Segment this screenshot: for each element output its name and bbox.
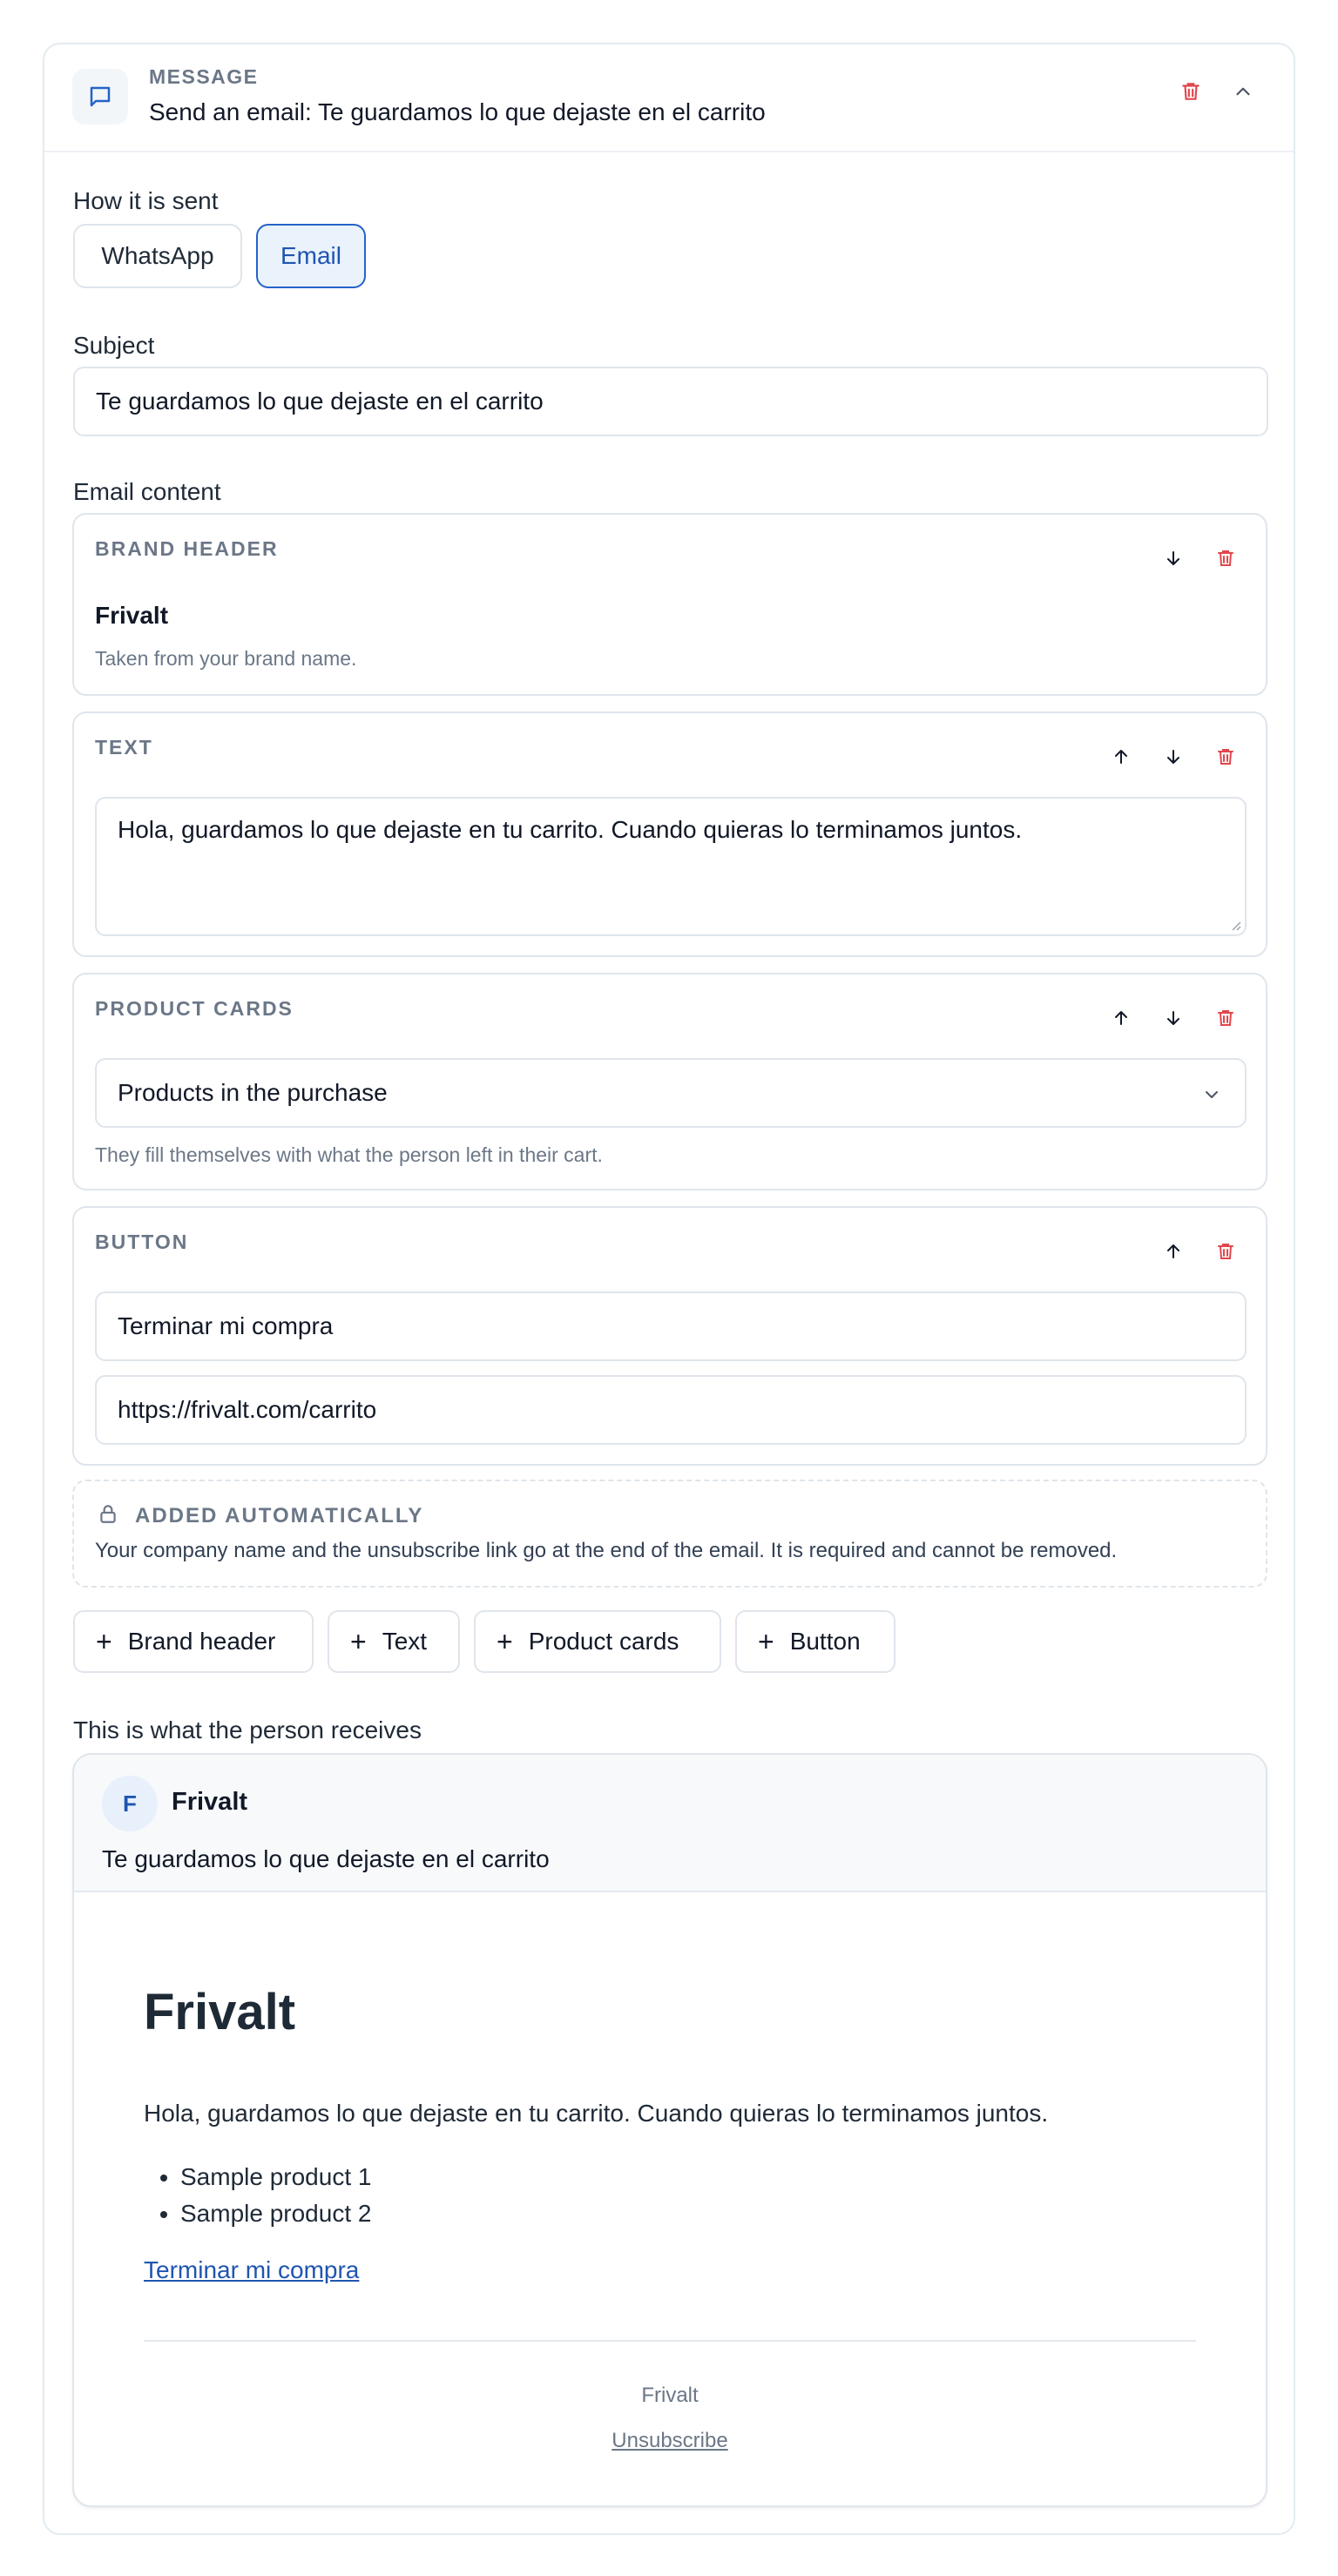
preview-product-list: Sample product 1 Sample product 2 (144, 2159, 371, 2232)
block-title: TEXT (95, 736, 153, 759)
block-title: BUTTON (95, 1231, 189, 1253)
product-source-select[interactable]: Products in the purchase (95, 1058, 1247, 1128)
arrow-down-icon (1167, 1011, 1179, 1025)
subject-input[interactable]: Te guardamos lo que dejaste en el carrit… (73, 367, 1268, 436)
preview-unsubscribe-link[interactable]: Unsubscribe (74, 2429, 1266, 2453)
arrow-up-icon (1115, 750, 1127, 764)
channel-whatsapp-option[interactable]: WhatsApp (73, 224, 242, 288)
move-down-button[interactable] (1158, 1002, 1189, 1034)
text-block-textarea[interactable]: Hola, guardamos lo que dejaste en tu car… (95, 797, 1247, 936)
block-title: BRAND HEADER (95, 537, 279, 560)
arrow-up-icon (1115, 1011, 1127, 1025)
delete-block-button[interactable] (1210, 1002, 1241, 1034)
add-button-label: Product cards (528, 1628, 679, 1655)
auto-added-title: ADDED AUTOMATICALLY (135, 1504, 424, 1527)
text-block: TEXT Hola, guardamos lo que dejaste en t… (72, 711, 1267, 957)
preview-label: This is what the person receives (73, 1716, 422, 1743)
email-content-label: Email content (73, 478, 221, 505)
move-down-button[interactable] (1158, 543, 1189, 574)
add-brand-header-button[interactable]: + Brand header (73, 1610, 314, 1673)
message-title: Send an email: Te guardamos lo que dejas… (149, 98, 766, 125)
add-button-label: Brand header (127, 1628, 276, 1655)
button-label-input[interactable]: Terminar mi compra (95, 1291, 1247, 1361)
preview-subject: Te guardamos lo que dejaste en el carrit… (102, 1845, 550, 1872)
move-up-button[interactable] (1105, 1002, 1137, 1034)
lock-icon (100, 1505, 116, 1523)
message-square-icon (72, 69, 128, 125)
plus-icon: + (758, 1626, 774, 1657)
preview-text: Hola, guardamos lo que dejaste en tu car… (144, 2100, 1049, 2127)
list-item: Sample product 2 (180, 2195, 371, 2232)
add-button-label: Button (789, 1628, 861, 1655)
brand-help-text: Taken from your brand name. (95, 647, 357, 670)
chevron-up-icon (1236, 87, 1250, 96)
auto-added-notice: ADDED AUTOMATICALLY Your company name an… (72, 1480, 1267, 1588)
resize-handle-icon[interactable] (1229, 919, 1241, 931)
plus-icon: + (497, 1626, 513, 1657)
collapse-button[interactable] (1227, 76, 1259, 107)
block-title: PRODUCT CARDS (95, 997, 294, 1020)
message-card-header: MESSAGE Send an email: Te guardamos lo q… (44, 44, 1294, 152)
subject-label: Subject (73, 332, 155, 359)
add-text-button[interactable]: + Text (328, 1610, 460, 1673)
move-down-button[interactable] (1158, 741, 1189, 772)
move-up-button[interactable] (1105, 741, 1137, 772)
add-button-block-button[interactable]: + Button (735, 1610, 895, 1673)
preview-header: F Frivalt Te guardamos lo que dejaste en… (74, 1755, 1266, 1892)
product-source-value: Products in the purchase (118, 1079, 388, 1106)
avatar: F (102, 1776, 158, 1831)
trash-icon (1218, 749, 1233, 765)
trash-icon (1218, 550, 1233, 566)
channel-label: How it is sent (73, 187, 219, 214)
plus-icon: + (350, 1626, 367, 1657)
chevron-down-icon (1206, 1091, 1218, 1098)
arrow-down-icon (1167, 551, 1179, 565)
email-preview: F Frivalt Te guardamos lo que dejaste en… (72, 1753, 1267, 2507)
button-block: BUTTON Terminar mi compra https://frival… (72, 1206, 1267, 1466)
delete-block-button[interactable] (1210, 741, 1241, 772)
brand-header-block: BRAND HEADER Frivalt Taken from your bra… (72, 513, 1267, 696)
plus-icon: + (96, 1626, 112, 1657)
preview-divider (144, 2340, 1196, 2342)
arrow-up-icon (1167, 1244, 1179, 1258)
channel-email-option[interactable]: Email (256, 224, 366, 288)
preview-brand: Frivalt (144, 1984, 296, 2040)
list-item: Sample product 1 (180, 2159, 371, 2195)
arrow-down-icon (1167, 750, 1179, 764)
product-cards-block: PRODUCT CARDS Products in the purchase T… (72, 973, 1267, 1190)
text-block-value: Hola, guardamos lo que dejaste en tu car… (118, 816, 1023, 843)
delete-block-button[interactable] (1210, 543, 1241, 574)
message-card: MESSAGE Send an email: Te guardamos lo q… (43, 43, 1295, 2535)
trash-icon (1218, 1244, 1233, 1259)
preview-sender: Frivalt (172, 1788, 248, 1816)
brand-name: Frivalt (95, 602, 169, 629)
preview-footer-company: Frivalt (641, 2384, 699, 2407)
product-cards-help: They fill themselves with what the perso… (95, 1143, 603, 1166)
delete-message-button[interactable] (1175, 76, 1206, 107)
trash-icon (1182, 83, 1199, 100)
message-kicker: MESSAGE (149, 65, 259, 88)
button-url-input[interactable]: https://frivalt.com/carrito (95, 1375, 1247, 1445)
delete-block-button[interactable] (1210, 1236, 1241, 1267)
trash-icon (1218, 1010, 1233, 1026)
auto-added-text: Your company name and the unsubscribe li… (95, 1539, 1118, 1562)
preview-button-link[interactable]: Terminar mi compra (144, 2256, 359, 2284)
add-product-cards-button[interactable]: + Product cards (474, 1610, 721, 1673)
add-button-label: Text (382, 1628, 428, 1655)
move-up-button[interactable] (1158, 1236, 1189, 1267)
